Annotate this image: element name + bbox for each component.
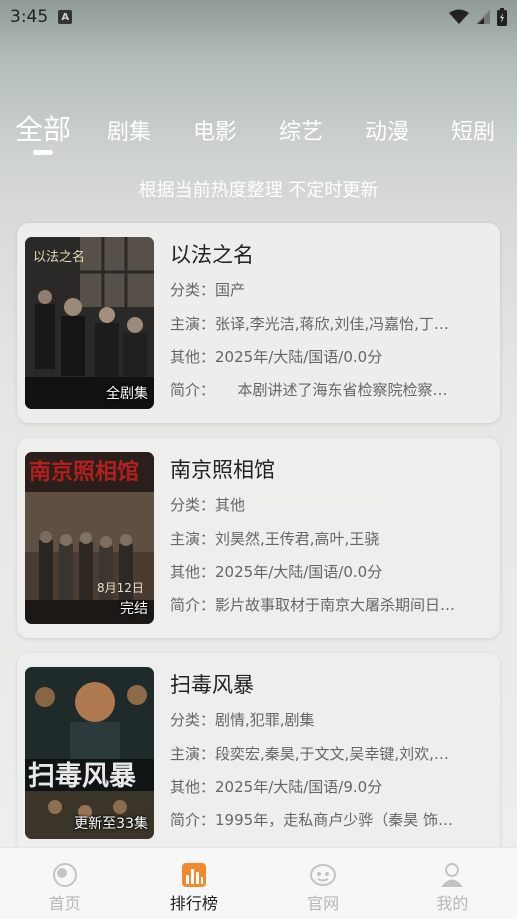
- episode-badge: 完结: [120, 601, 148, 617]
- cast-row: 主演：张译,李光洁,蒋欣,刘佳,冯嘉怡,丁…: [170, 313, 488, 334]
- cast-value: 张译,李光洁,蒋欣,刘佳,冯嘉怡,丁…: [215, 315, 449, 333]
- category-row: 分类：其他: [170, 494, 488, 515]
- category-label: 分类：: [170, 281, 216, 299]
- drama-title[interactable]: 以法之名: [170, 239, 254, 269]
- category-row: 分类：剧情,犯罪,剧集: [170, 709, 488, 730]
- nav-website[interactable]: 官网: [259, 848, 388, 919]
- category-tabs: 全部 剧集 电影 综艺 动漫 短剧: [0, 108, 517, 158]
- intro-row: 简介：1995年，走私商卢少骅（秦昊 饰…: [170, 809, 488, 830]
- other-value: 2025年/大陆/国语/9.0分: [215, 778, 383, 796]
- drama-title[interactable]: 南京照相馆: [170, 454, 275, 484]
- cast-value: 段奕宏,秦昊,于文文,吴幸键,刘欢,…: [215, 745, 449, 763]
- nav-ranking[interactable]: 排行榜: [129, 848, 258, 919]
- signal-icon: [476, 10, 490, 24]
- svg-text:南京照相馆: 南京照相馆: [29, 459, 139, 485]
- intro-label: 简介：: [170, 381, 208, 399]
- poster-image[interactable]: 扫毒风暴 更新至33集: [25, 667, 154, 839]
- other-label: 其他：: [170, 563, 216, 581]
- category-label: 分类：: [170, 711, 216, 729]
- cast-label: 主演：: [170, 315, 216, 333]
- tab-all[interactable]: 全部: [13, 108, 73, 148]
- battery-icon: [497, 8, 507, 26]
- drama-card[interactable]: 扫毒风暴 更新至33集 扫毒风暴 分类：剧情,犯罪,剧集 主演：段奕宏,秦昊,于…: [17, 653, 500, 853]
- cast-row: 主演：刘昊然,王传君,高叶,王骁: [170, 528, 488, 549]
- home-icon: [52, 863, 77, 887]
- intro-value: 1995年，走私商卢少骅（秦昊 饰…: [215, 811, 453, 829]
- drama-card[interactable]: 南京照相馆 8月12日 完结 南京照相馆 分类：其他 主演：刘昊然,王传君,高叶…: [17, 438, 500, 638]
- notification-a-icon: A: [58, 10, 73, 24]
- svg-text:8月12日: 8月12日: [97, 581, 144, 595]
- other-label: 其他：: [170, 348, 216, 366]
- nav-home[interactable]: 首页: [0, 848, 129, 919]
- poster-image[interactable]: 南京照相馆 8月12日 完结: [25, 452, 154, 624]
- tab-short-drama[interactable]: 短剧: [448, 114, 498, 146]
- intro-row: 简介： 本剧讲述了海东省检察院检察…: [170, 379, 488, 400]
- other-value: 2025年/大陆/国语/0.0分: [215, 348, 383, 366]
- other-label: 其他：: [170, 778, 216, 796]
- other-row: 其他：2025年/大陆/国语/9.0分: [170, 776, 488, 797]
- nav-label: 官网: [307, 894, 340, 913]
- status-right: [449, 8, 507, 26]
- cast-value: 刘昊然,王传君,高叶,王骁: [215, 530, 380, 548]
- tab-series[interactable]: 剧集: [104, 114, 154, 146]
- category-label: 分类：: [170, 496, 216, 514]
- nav-label: 我的: [436, 894, 469, 913]
- active-tab-indicator: [33, 150, 53, 155]
- svg-text:以法之名: 以法之名: [33, 249, 85, 265]
- other-row: 其他：2025年/大陆/国语/0.0分: [170, 561, 488, 582]
- status-left: 3:45 A: [10, 7, 73, 27]
- category-value: 其他: [215, 496, 246, 514]
- bottom-nav: 首页 排行榜 官网 我的: [0, 847, 517, 919]
- tab-anime[interactable]: 动漫: [362, 114, 412, 146]
- nav-profile[interactable]: 我的: [388, 848, 517, 919]
- intro-value: 本剧讲述了海东省检察院检察…: [207, 381, 448, 399]
- other-row: 其他：2025年/大陆/国语/0.0分: [170, 346, 488, 367]
- status-bar: 3:45 A: [0, 0, 517, 34]
- nav-label: 首页: [48, 894, 81, 913]
- category-row: 分类：国产: [170, 279, 488, 300]
- episode-badge: 更新至33集: [74, 816, 148, 832]
- tab-variety[interactable]: 综艺: [276, 114, 326, 146]
- status-time: 3:45: [10, 7, 49, 27]
- cast-label: 主演：: [170, 745, 216, 763]
- tab-movie[interactable]: 电影: [190, 114, 240, 146]
- poster-image[interactable]: 以法之名 全剧集: [25, 237, 154, 409]
- chart-icon: [181, 863, 206, 887]
- drama-title[interactable]: 扫毒风暴: [170, 669, 254, 699]
- other-value: 2025年/大陆/国语/0.0分: [215, 563, 383, 581]
- wifi-icon: [449, 9, 469, 24]
- svg-text:扫毒风暴: 扫毒风暴: [28, 761, 136, 792]
- category-value: 剧情,犯罪,剧集: [215, 711, 315, 729]
- drama-card[interactable]: 以法之名 全剧集 以法之名 分类：国产 主演：张译,李光洁,蒋欣,刘佳,冯嘉怡,…: [17, 223, 500, 423]
- episode-badge: 全剧集: [106, 386, 148, 402]
- intro-row: 简介：影片故事取材于南京大屠杀期间日…: [170, 594, 488, 615]
- intro-label: 简介：: [170, 596, 216, 614]
- profile-icon: [441, 863, 464, 887]
- ranking-subtitle: 根据当前热度整理 不定时更新: [138, 180, 379, 201]
- nav-label: 排行榜: [169, 894, 218, 913]
- intro-value: 影片故事取材于南京大屠杀期间日…: [215, 596, 456, 614]
- cast-label: 主演：: [170, 530, 216, 548]
- intro-label: 简介：: [170, 811, 216, 829]
- cast-row: 主演：段奕宏,秦昊,于文文,吴幸键,刘欢,…: [170, 743, 488, 764]
- web-icon: [310, 864, 337, 886]
- category-value: 国产: [215, 281, 246, 299]
